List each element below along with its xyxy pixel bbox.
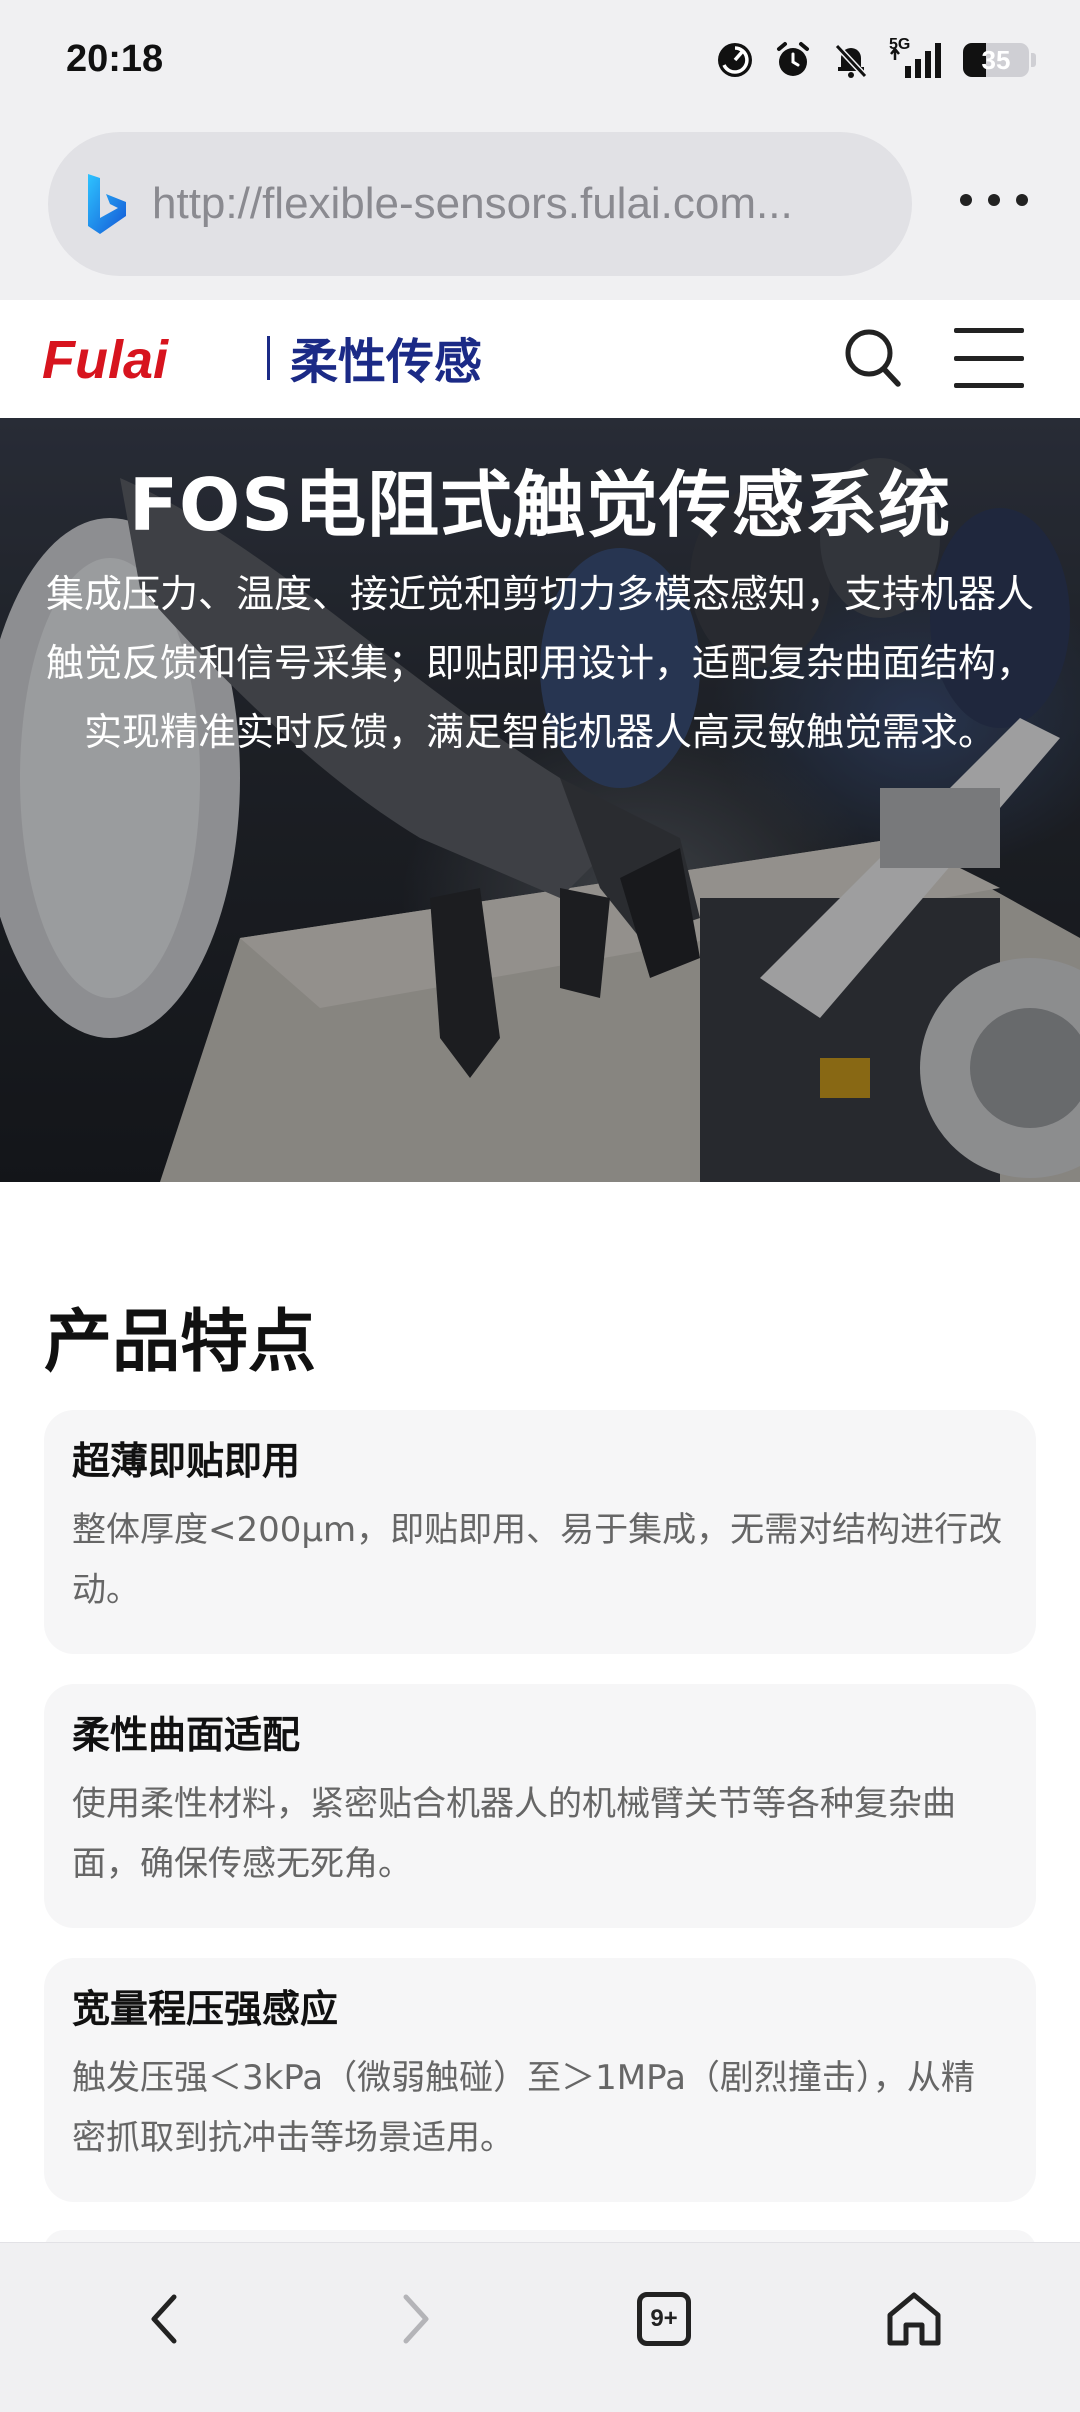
menu-line	[954, 328, 1024, 333]
feature-description: 触发压强＜3kPa（微弱触碰）至＞1MPa（剧烈撞击），从精密抓取到抗冲击等场景…	[72, 2058, 975, 2158]
battery-icon: 35	[963, 43, 1036, 77]
site-logo[interactable]: Fulai 柔性传感	[42, 328, 562, 392]
search-icon	[845, 329, 901, 387]
feature-title: 柔性曲面适配	[72, 1713, 301, 1757]
address-bar[interactable]: http://flexible-sensors.fulai.com...	[48, 132, 912, 276]
feature-card: 宽量程压强感应 触发压强＜3kPa（微弱触碰）至＞1MPa（剧烈撞击），从精密抓…	[44, 1958, 1036, 2202]
status-bar: 20:18 5G 35	[0, 0, 1080, 124]
search-button[interactable]	[842, 326, 904, 390]
menu-button[interactable]	[954, 328, 1024, 388]
feature-description: 使用柔性材料，紧密贴合机器人的机械臂关节等各种复杂曲面，确保传感无死角。	[72, 1784, 956, 1884]
home-icon	[887, 2292, 941, 2346]
feature-description: 整体厚度<200μm，即贴即用、易于集成，无需对结构进行改动。	[72, 1510, 1003, 1610]
forward-button[interactable]	[376, 2279, 456, 2359]
home-button[interactable]	[874, 2279, 954, 2359]
section-title: 产品特点	[44, 1303, 317, 1382]
status-icons: 5G 35	[715, 36, 1036, 82]
menu-line	[954, 383, 1024, 388]
logo-brand-text: Fulai	[42, 330, 169, 388]
tab-count-icon: 9+	[637, 2292, 691, 2346]
feature-title: 超薄即贴即用	[72, 1439, 301, 1483]
dot-icon	[1016, 194, 1028, 206]
feature-card: 柔性曲面适配 使用柔性材料，紧密贴合机器人的机械臂关节等各种复杂曲面，确保传感无…	[44, 1684, 1036, 1928]
back-button[interactable]	[124, 2279, 204, 2359]
forward-arrow-icon	[403, 2294, 429, 2344]
url-text: http://flexible-sensors.fulai.com...	[152, 179, 793, 228]
feature-title: 宽量程压强感应	[72, 1987, 339, 2031]
browser-toolbar: http://flexible-sensors.fulai.com...	[0, 124, 1080, 300]
signal-icon: 5G	[889, 36, 945, 80]
dot-icon	[960, 194, 972, 206]
dot-icon	[988, 194, 1000, 206]
battery-indicator: 35	[963, 43, 1029, 77]
alarm-icon	[777, 42, 809, 76]
mute-icon	[834, 43, 868, 79]
hero-description: 集成压力、温度、接近觉和剪切力多模态感知，支持机器人触觉反馈和信号采集；即贴即用…	[45, 572, 1034, 754]
battery-cap	[1031, 53, 1036, 67]
data-saver-icon	[718, 43, 752, 77]
feature-card: 超薄即贴即用 整体厚度<200μm，即贴即用、易于集成，无需对结构进行改动。	[44, 1410, 1036, 1654]
back-arrow-icon	[151, 2294, 177, 2344]
menu-line	[954, 355, 1024, 361]
battery-level: 35	[981, 44, 1011, 75]
browser-bottom-nav: 9+	[0, 2242, 1080, 2412]
features-section: 产品特点 超薄即贴即用 整体厚度<200μm，即贴即用、易于集成，无需对结构进行…	[0, 1182, 1080, 2270]
tabs-button[interactable]: 9+	[624, 2279, 704, 2359]
site-header: Fulai 柔性传感	[0, 300, 1080, 418]
bing-icon	[88, 174, 126, 234]
more-options-button[interactable]	[960, 180, 1028, 220]
logo-subtitle-text: 柔性传感	[290, 334, 482, 388]
hero-title: FOS电阻式触觉传感系统	[128, 463, 952, 547]
hero-banner: FOS电阻式触觉传感系统 集成压力、温度、接近觉和剪切力多模态感知，支持机器人触…	[0, 418, 1080, 1182]
status-time: 20:18	[66, 38, 164, 80]
